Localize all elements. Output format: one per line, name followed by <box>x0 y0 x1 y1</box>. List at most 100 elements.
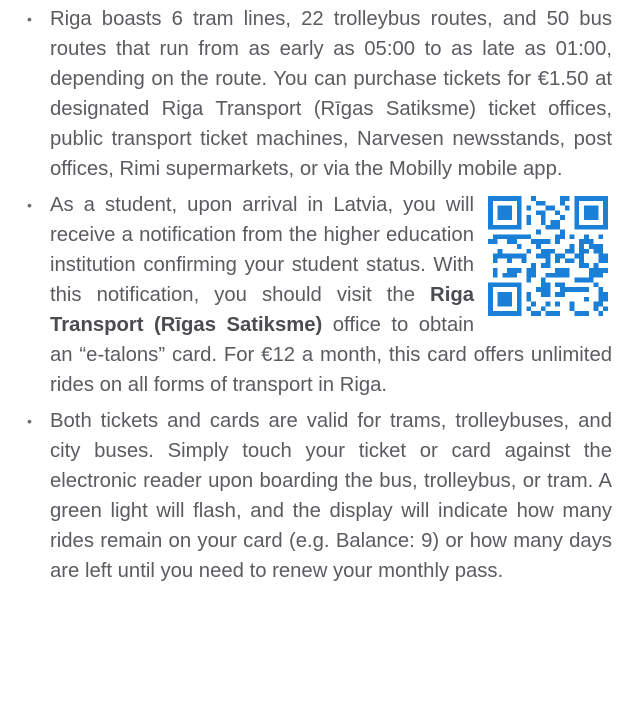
qr-module <box>545 282 551 288</box>
qr-module <box>516 306 522 312</box>
qr-module <box>574 210 580 216</box>
qr-module <box>598 311 604 316</box>
qr-module <box>488 205 493 211</box>
qr-module <box>492 268 498 273</box>
qr-module <box>588 239 594 244</box>
qr-module <box>507 311 512 316</box>
qr-module <box>502 215 508 220</box>
qr-module <box>569 258 575 264</box>
qr-module <box>579 224 584 230</box>
qr-module <box>512 253 517 259</box>
qr-module <box>516 311 522 316</box>
bullet-marker: • <box>27 413 32 429</box>
qr-module <box>603 306 608 312</box>
qr-module <box>603 210 608 216</box>
qr-module <box>488 224 493 230</box>
qr-module <box>516 301 522 307</box>
qr-module <box>507 253 512 259</box>
qr-module <box>512 196 517 201</box>
qr-module <box>579 263 584 268</box>
qr-module <box>488 196 493 201</box>
qr-module <box>497 234 503 240</box>
qr-module <box>584 311 589 316</box>
list-item: • Riga boasts 6 tram lines, 22 trolleybu… <box>0 4 619 184</box>
qr-module <box>555 220 560 225</box>
qr-module <box>593 301 599 307</box>
qr-module <box>560 292 565 297</box>
qr-module <box>497 248 503 254</box>
qr-module <box>598 234 604 240</box>
qr-module <box>512 224 517 230</box>
qr-module <box>521 234 527 240</box>
qr-module <box>603 224 608 230</box>
qr-module <box>560 268 565 273</box>
qr-module <box>598 244 604 249</box>
qr-module <box>492 311 498 316</box>
qr-module <box>492 282 498 288</box>
qr-module <box>526 277 532 283</box>
qr-module <box>603 215 608 220</box>
qr-module <box>593 215 599 220</box>
qr-module <box>497 282 503 288</box>
qr-module <box>564 287 570 292</box>
qr-module <box>536 287 541 292</box>
qr-module <box>555 272 560 278</box>
qr-module <box>492 239 498 244</box>
qr-module <box>502 301 508 307</box>
qr-module <box>588 215 594 220</box>
qr-module <box>488 220 493 225</box>
qr-module <box>502 210 508 216</box>
qr-module <box>516 268 522 273</box>
bullet-list: • Riga boasts 6 tram lines, 22 trolleybu… <box>0 4 619 592</box>
qr-module <box>540 277 546 283</box>
qr-module <box>526 215 532 220</box>
qr-module <box>603 205 608 211</box>
qr-module <box>560 287 565 292</box>
qr-module <box>574 205 580 211</box>
qr-module <box>502 311 508 316</box>
qr-module <box>502 282 508 288</box>
qr-module <box>555 301 560 307</box>
qr-module <box>603 220 608 225</box>
qr-module <box>560 229 565 235</box>
qr-module <box>540 287 546 292</box>
qr-module <box>497 224 503 230</box>
qr-module <box>497 205 503 211</box>
qr-module <box>545 224 551 230</box>
qr-module <box>588 210 594 216</box>
qr-module <box>560 234 565 240</box>
qr-module <box>574 200 580 206</box>
qr-module <box>502 292 508 297</box>
qr-module <box>507 215 512 220</box>
qr-module <box>540 263 546 268</box>
qr-module <box>579 287 584 292</box>
qr-module <box>488 215 493 220</box>
qr-module <box>531 301 536 307</box>
qr-module <box>593 210 599 216</box>
qr-module <box>497 253 503 259</box>
qr-module <box>516 224 522 230</box>
qr-code-icon[interactable] <box>488 196 608 316</box>
qr-module <box>593 248 599 254</box>
qr-module <box>593 196 599 201</box>
qr-module <box>574 224 580 230</box>
qr-module <box>603 292 608 297</box>
list-item-text: Both tickets and cards are valid for tra… <box>50 410 612 582</box>
qr-module <box>516 200 522 206</box>
qr-module <box>502 205 508 211</box>
qr-module <box>555 292 560 297</box>
qr-module <box>545 258 551 264</box>
qr-module <box>579 253 584 259</box>
qr-module <box>507 272 512 278</box>
qr-module <box>584 277 589 283</box>
qr-module <box>584 196 589 201</box>
qr-module <box>545 272 551 278</box>
qr-module <box>516 244 522 249</box>
qr-module <box>512 239 517 244</box>
qr-module <box>560 196 565 201</box>
qr-module <box>555 258 560 264</box>
qr-module <box>526 292 532 297</box>
qr-module <box>550 224 556 230</box>
qr-module <box>555 234 560 240</box>
qr-module <box>579 244 584 249</box>
